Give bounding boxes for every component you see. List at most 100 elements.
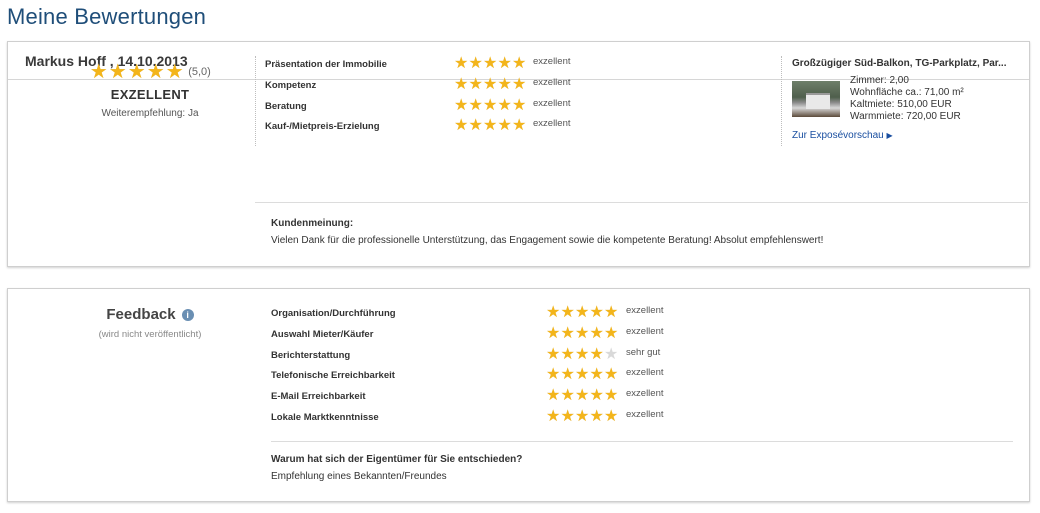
- feedback-rating-text: exzellent: [626, 326, 664, 337]
- overall-rating: ★ ★ ★ ★ ★ ★ ★ ★ ★ ★ (5,0) EXZELLENT Weiterempfehl…: [60, 62, 240, 119]
- star-icon: ★★: [483, 76, 498, 93]
- reason-answer: Empfehlung eines Bekannten/Freundes: [271, 471, 447, 482]
- overall-score: (5,0): [188, 66, 211, 78]
- star-icon: ★★: [575, 408, 590, 425]
- listing-area: Wohnfläche ca.: 71,00 m²: [850, 87, 964, 98]
- star-icon: ★★: [546, 387, 561, 404]
- criteria-rating-text: exzellent: [533, 98, 571, 109]
- star-icon: ★★: [604, 408, 619, 425]
- criteria-label: Kauf-/Mietpreis-Erzielung: [265, 121, 380, 132]
- star-icon: ★★: [454, 76, 469, 93]
- criteria-label: Beratung: [265, 101, 307, 112]
- property-thumbnail[interactable]: [792, 81, 840, 117]
- star-icon: ★★: [497, 97, 512, 114]
- criteria-stars: ★ ★ ★ ★ ★ ★ ★ ★ ★ ★: [454, 98, 527, 114]
- star-icon: ★★: [604, 366, 619, 383]
- star-icon: ★★: [165, 61, 184, 83]
- comment-title: Kundenmeinung:: [271, 218, 354, 229]
- criteria-label: Präsentation der Immobilie: [265, 59, 387, 70]
- star-icon: ★★: [483, 55, 498, 72]
- criteria-row: Beratung ★ ★ ★ ★ ★ ★ ★ ★ ★ ★ exzellent: [265, 98, 765, 118]
- criteria-stars: ★ ★ ★ ★ ★ ★ ★ ★ ★ ★: [454, 118, 527, 134]
- feedback-label: Auswahl Mieter/Käufer: [271, 329, 374, 340]
- divider: [255, 202, 1028, 203]
- star-icon: ★★: [146, 61, 165, 83]
- star-icon: ★★: [512, 97, 527, 114]
- star-icon: ★★: [546, 325, 561, 342]
- feedback-row: Berichterstattung ★★★★★★★★★★ sehr gut: [271, 347, 1011, 367]
- star-icon: ★★: [604, 346, 619, 363]
- star-icon: ★★: [560, 346, 575, 363]
- star-icon: ★★: [589, 304, 604, 321]
- star-icon: ★★: [560, 366, 575, 383]
- star-icon: ★★: [512, 55, 527, 72]
- comment-text: Vielen Dank für die professionelle Unter…: [271, 235, 824, 246]
- star-icon: ★★: [108, 61, 127, 83]
- star-icon: ★★: [589, 387, 604, 404]
- owner-reason: Warum hat sich der Eigentümer für Sie en…: [271, 454, 522, 482]
- star-icon: ★★: [468, 97, 483, 114]
- expose-preview-label: Zur Exposévorschau: [792, 130, 884, 141]
- listing-title[interactable]: Großzügiger Süd-Balkon, TG-Parkplatz, Pa…: [792, 58, 1016, 69]
- expose-preview-link[interactable]: Zur Exposévorschau ▶: [792, 130, 893, 141]
- star-icon: ★★: [604, 325, 619, 342]
- feedback-stars: ★★★★★★★★★★: [546, 388, 619, 404]
- feedback-row: Organisation/Durchführung ★ ★ ★ ★ ★ ★ ★ ★ ★ ★ exz…: [271, 305, 1011, 325]
- criteria-stars: ★ ★ ★ ★ ★ ★ ★ ★ ★ ★: [454, 56, 527, 72]
- star-icon: ★★: [546, 346, 561, 363]
- feedback-rating-text: exzellent: [626, 305, 664, 316]
- star-icon: ★★: [468, 55, 483, 72]
- listing-cold-rent: Kaltmiete: 510,00 EUR: [850, 99, 952, 110]
- customer-comment: Kundenmeinung: Vielen Dank für die profe…: [271, 218, 823, 246]
- criteria-rating-text: exzellent: [533, 56, 571, 67]
- criteria-label: Kompetenz: [265, 80, 317, 91]
- star-icon: ★★: [589, 346, 604, 363]
- feedback-stars: ★★★★★★★★★★: [546, 347, 619, 363]
- listing-rooms: Zimmer: 2,00: [850, 75, 909, 86]
- star-icon: ★★: [546, 366, 561, 383]
- star-icon: ★★: [560, 408, 575, 425]
- feedback-row: Auswahl Mieter/Käufer ★ ★ ★ ★ ★ ★ ★ ★ ★ ★ exzelle…: [271, 326, 1011, 346]
- listing-panel: Großzügiger Süd-Balkon, TG-Parkplatz, Pa…: [781, 56, 1016, 146]
- star-icon: ★★: [497, 55, 512, 72]
- feedback-rating-text: sehr gut: [626, 347, 661, 358]
- star-icon: ★★: [589, 408, 604, 425]
- feedback-rating-text: exzellent: [626, 367, 664, 378]
- star-icon: ★★: [575, 325, 590, 342]
- feedback-label: Lokale Marktkenntnisse: [271, 412, 379, 423]
- star-icon: ★★: [546, 408, 561, 425]
- divider: [271, 441, 1013, 442]
- feedback-stars: ★★★★★★★★★★: [546, 367, 619, 383]
- recommendation-text: Weiterempfehlung: Ja: [101, 108, 199, 119]
- star-icon: ★★: [483, 117, 498, 134]
- star-icon: ★★: [127, 61, 146, 83]
- star-icon: ★★: [575, 366, 590, 383]
- feedback-label: Organisation/Durchführung: [271, 308, 396, 319]
- feedback-label: Berichterstattung: [271, 350, 351, 361]
- feedback-label: E-Mail Erreichbarkeit: [271, 391, 366, 402]
- star-icon: ★★: [604, 304, 619, 321]
- star-icon: ★★: [575, 304, 590, 321]
- feedback-stars: ★★★★★★★★★★: [546, 409, 619, 425]
- listing-facts: Zimmer: 2,00 Wohnfläche ca.: 71,00 m² Ka…: [850, 75, 964, 123]
- criteria-row: Präsentation der Immobilie ★ ★ ★ ★ ★ ★ ★ ★ ★ ★ ex…: [265, 56, 765, 76]
- criteria-row: Kauf-/Mietpreis-Erzielung ★ ★ ★ ★ ★ ★ ★ ★ ★ ★ exz…: [265, 118, 765, 138]
- overall-stars: ★ ★ ★ ★ ★ ★ ★ ★ ★ ★: [89, 62, 184, 82]
- arrow-right-icon: ▶: [886, 131, 893, 140]
- star-icon: ★★: [575, 387, 590, 404]
- overall-label: EXZELLENT: [110, 87, 190, 102]
- feedback-note: (wird nicht veröffentlicht): [98, 329, 202, 340]
- info-icon[interactable]: i: [181, 308, 194, 321]
- star-icon: ★★: [589, 325, 604, 342]
- feedback-row: Lokale Marktkenntnisse ★ ★ ★ ★ ★ ★ ★ ★ ★ ★ exzell…: [271, 409, 1011, 429]
- criteria-list: Präsentation der Immobilie ★ ★ ★ ★ ★ ★ ★ ★ ★ ★ ex…: [255, 56, 765, 146]
- star-icon: ★★: [589, 366, 604, 383]
- feedback-row: E-Mail Erreichbarkeit ★ ★ ★ ★ ★ ★ ★ ★ ★ ★ exzelle…: [271, 388, 1011, 408]
- star-icon: ★★: [454, 97, 469, 114]
- criteria-rating-text: exzellent: [533, 77, 571, 88]
- criteria-stars: ★ ★ ★ ★ ★ ★ ★ ★ ★ ★: [454, 77, 527, 93]
- star-icon: ★★: [512, 117, 527, 134]
- page-title: Meine Bewertungen: [7, 4, 207, 29]
- star-icon: ★★: [454, 117, 469, 134]
- star-icon: ★★: [468, 76, 483, 93]
